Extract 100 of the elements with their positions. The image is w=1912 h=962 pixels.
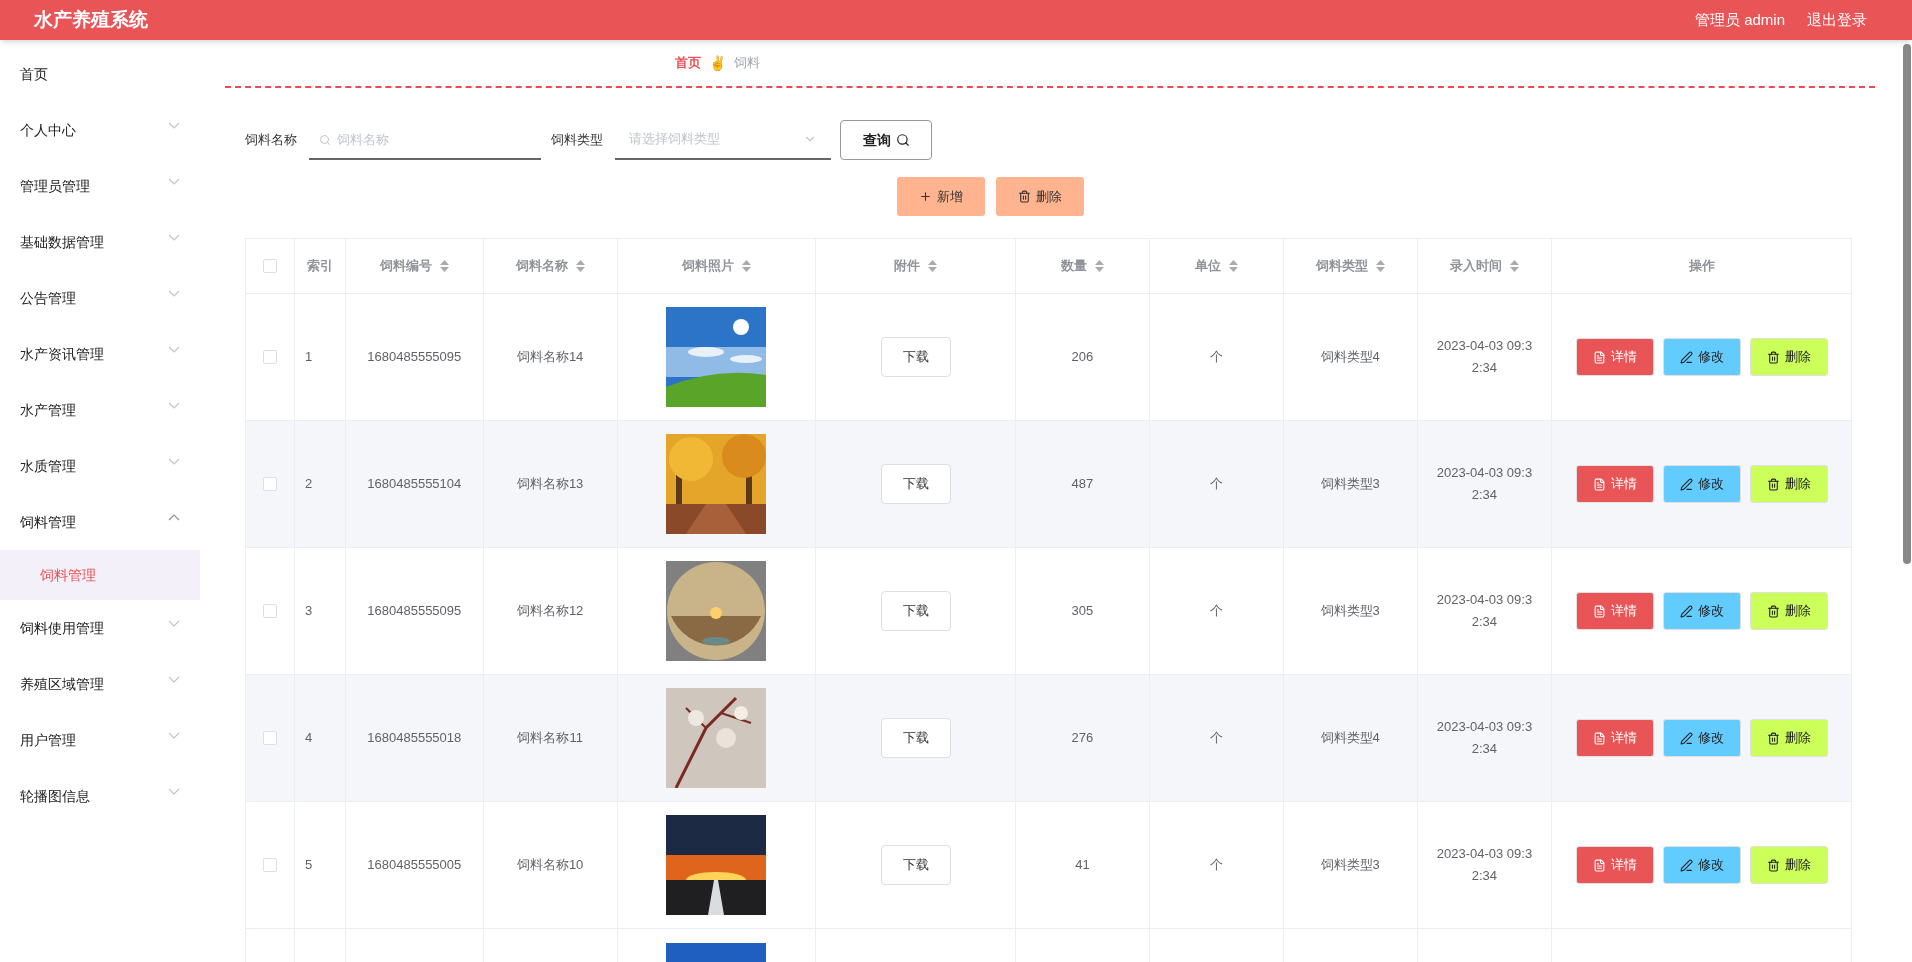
sort-icon[interactable] bbox=[575, 260, 585, 272]
document-icon bbox=[1592, 350, 1606, 364]
plus-icon bbox=[918, 190, 932, 203]
sidebar-item[interactable]: 基础数据管理 bbox=[0, 214, 200, 270]
table-cell-text: 5 bbox=[304, 856, 313, 875]
download-button[interactable]: 下载 bbox=[880, 591, 951, 631]
field-label: 饲料类型 bbox=[551, 131, 603, 150]
edit-button[interactable]: 修改 bbox=[1662, 846, 1741, 884]
download-button[interactable]: 下载 bbox=[880, 337, 951, 377]
document-icon bbox=[1592, 477, 1606, 491]
checkbox[interactable] bbox=[262, 350, 277, 364]
table-cell-text: 个 bbox=[1209, 602, 1223, 621]
table-cell-text: 2023-04-03 09:32:34 bbox=[1435, 718, 1534, 758]
trash-icon bbox=[1766, 858, 1780, 872]
detail-button[interactable]: 详情 bbox=[1575, 465, 1654, 503]
edit-button[interactable]: 修改 bbox=[1662, 592, 1741, 630]
field-label: 饲料名称 bbox=[245, 131, 297, 150]
batch-delete-button[interactable]: 删除 bbox=[995, 177, 1084, 216]
sort-icon[interactable] bbox=[1509, 260, 1519, 272]
detail-button[interactable]: 详情 bbox=[1575, 719, 1654, 757]
detail-button[interactable]: 详情 bbox=[1575, 846, 1654, 884]
search-icon bbox=[319, 134, 331, 146]
sidebar-item[interactable]: 个人中心 bbox=[0, 102, 200, 158]
pen-icon bbox=[1679, 731, 1693, 745]
name-search-field[interactable]: 饲料名称 bbox=[309, 120, 541, 160]
logout-link[interactable]: 退出登录 bbox=[1807, 8, 1867, 32]
delete-button[interactable]: 删除 bbox=[1749, 338, 1828, 376]
edit-button[interactable]: 修改 bbox=[1662, 719, 1741, 757]
delete-button[interactable]: 删除 bbox=[1749, 719, 1828, 757]
breadcrumb-item[interactable]: 首页 bbox=[675, 53, 701, 73]
sidebar-item[interactable]: 饲料管理 bbox=[0, 494, 200, 550]
table-cell-text: 206 bbox=[1071, 348, 1094, 367]
table-cell-text: 饲料类型4 bbox=[1320, 348, 1380, 367]
document-icon bbox=[1592, 858, 1606, 872]
checkbox[interactable] bbox=[262, 731, 277, 745]
sort-icon[interactable] bbox=[1228, 260, 1238, 272]
checkbox[interactable] bbox=[262, 604, 277, 618]
table-cell-text: 2023-04-03 09:32:34 bbox=[1435, 845, 1534, 885]
sidebar-item[interactable]: 公告管理 bbox=[0, 270, 200, 326]
detail-button[interactable]: 详情 bbox=[1575, 592, 1654, 630]
table-cell-text: 1680485555095 bbox=[367, 602, 462, 621]
pen-icon bbox=[1679, 604, 1693, 618]
table-cell-text: 饲料类型3 bbox=[1320, 475, 1380, 494]
sidebar-item[interactable]: 首页 bbox=[0, 46, 200, 102]
delete-button[interactable]: 删除 bbox=[1749, 846, 1828, 884]
sort-icon[interactable] bbox=[439, 260, 449, 272]
edit-button[interactable]: 修改 bbox=[1662, 338, 1741, 376]
edit-button[interactable]: 修改 bbox=[1662, 465, 1741, 503]
table-cell-text: 1680485555005 bbox=[367, 856, 462, 875]
download-button[interactable]: 下载 bbox=[880, 718, 951, 758]
app-title: 水产养殖系统 bbox=[34, 7, 148, 32]
add-button[interactable]: 新增 bbox=[896, 177, 985, 216]
delete-button[interactable]: 删除 bbox=[1749, 465, 1828, 503]
sidebar-item[interactable]: 水产资讯管理 bbox=[0, 326, 200, 382]
query-button[interactable]: 查询 bbox=[840, 120, 932, 160]
table-cell-text: 276 bbox=[1071, 729, 1094, 748]
checkbox[interactable] bbox=[262, 259, 277, 273]
sidebar-item[interactable]: 管理员管理 bbox=[0, 158, 200, 214]
column-header: 操作 bbox=[1688, 257, 1715, 276]
detail-button[interactable]: 详情 bbox=[1575, 338, 1654, 376]
sort-icon[interactable] bbox=[741, 260, 751, 272]
checkbox[interactable] bbox=[262, 858, 277, 872]
sidebar-item[interactable]: 饲料使用管理 bbox=[0, 600, 200, 656]
table-cell-text: 4 bbox=[304, 729, 313, 748]
user-name: 管理员 admin bbox=[1694, 9, 1785, 30]
scrollbar[interactable] bbox=[1903, 44, 1911, 564]
sort-icon[interactable] bbox=[1094, 260, 1104, 272]
trash-icon bbox=[1766, 350, 1780, 364]
sidebar-item[interactable]: 养殖区域管理 bbox=[0, 656, 200, 712]
pen-icon bbox=[1679, 477, 1693, 491]
delete-button[interactable]: 删除 bbox=[1749, 592, 1828, 630]
table-cell-text: 饲料名称13 bbox=[516, 475, 584, 494]
sidebar-item[interactable]: 水产管理 bbox=[0, 382, 200, 438]
checkbox[interactable] bbox=[262, 477, 277, 491]
document-icon bbox=[1592, 604, 1606, 618]
table-cell-text: 1680485555104 bbox=[367, 475, 462, 494]
table-cell-text: 个 bbox=[1209, 475, 1223, 494]
table-cell-text: 饲料名称14 bbox=[516, 348, 584, 367]
download-button[interactable]: 下载 bbox=[880, 464, 951, 504]
table-cell-text: 饲料类型3 bbox=[1320, 856, 1380, 875]
table-cell-text: 饲料名称11 bbox=[517, 729, 583, 748]
table-cell-text: 2 bbox=[304, 475, 313, 494]
table-cell-text: 41 bbox=[1075, 856, 1090, 875]
sidebar-item[interactable]: 用户管理 bbox=[0, 712, 200, 768]
table-cell-text: 饲料名称12 bbox=[516, 602, 584, 621]
trash-icon bbox=[1766, 604, 1780, 618]
sidebar-item[interactable]: 水质管理 bbox=[0, 438, 200, 494]
sidebar-item[interactable]: 轮播图信息 bbox=[0, 768, 200, 824]
search-icon bbox=[895, 133, 910, 147]
table-cell-text: 饲料名称10 bbox=[516, 856, 584, 875]
table-cell-text: 487 bbox=[1071, 475, 1094, 494]
sort-icon[interactable] bbox=[1375, 260, 1385, 272]
table-cell-text: 2023-04-03 09:32:34 bbox=[1435, 337, 1534, 377]
table-cell-text: 个 bbox=[1209, 856, 1223, 875]
table-cell-text: 305 bbox=[1071, 602, 1094, 621]
table-cell-text: 1 bbox=[304, 348, 313, 367]
download-button[interactable]: 下载 bbox=[880, 845, 951, 885]
table-cell-text: 2023-04-03 09:32:34 bbox=[1435, 591, 1534, 631]
trash-icon bbox=[1766, 477, 1780, 491]
sort-icon[interactable] bbox=[928, 260, 938, 272]
